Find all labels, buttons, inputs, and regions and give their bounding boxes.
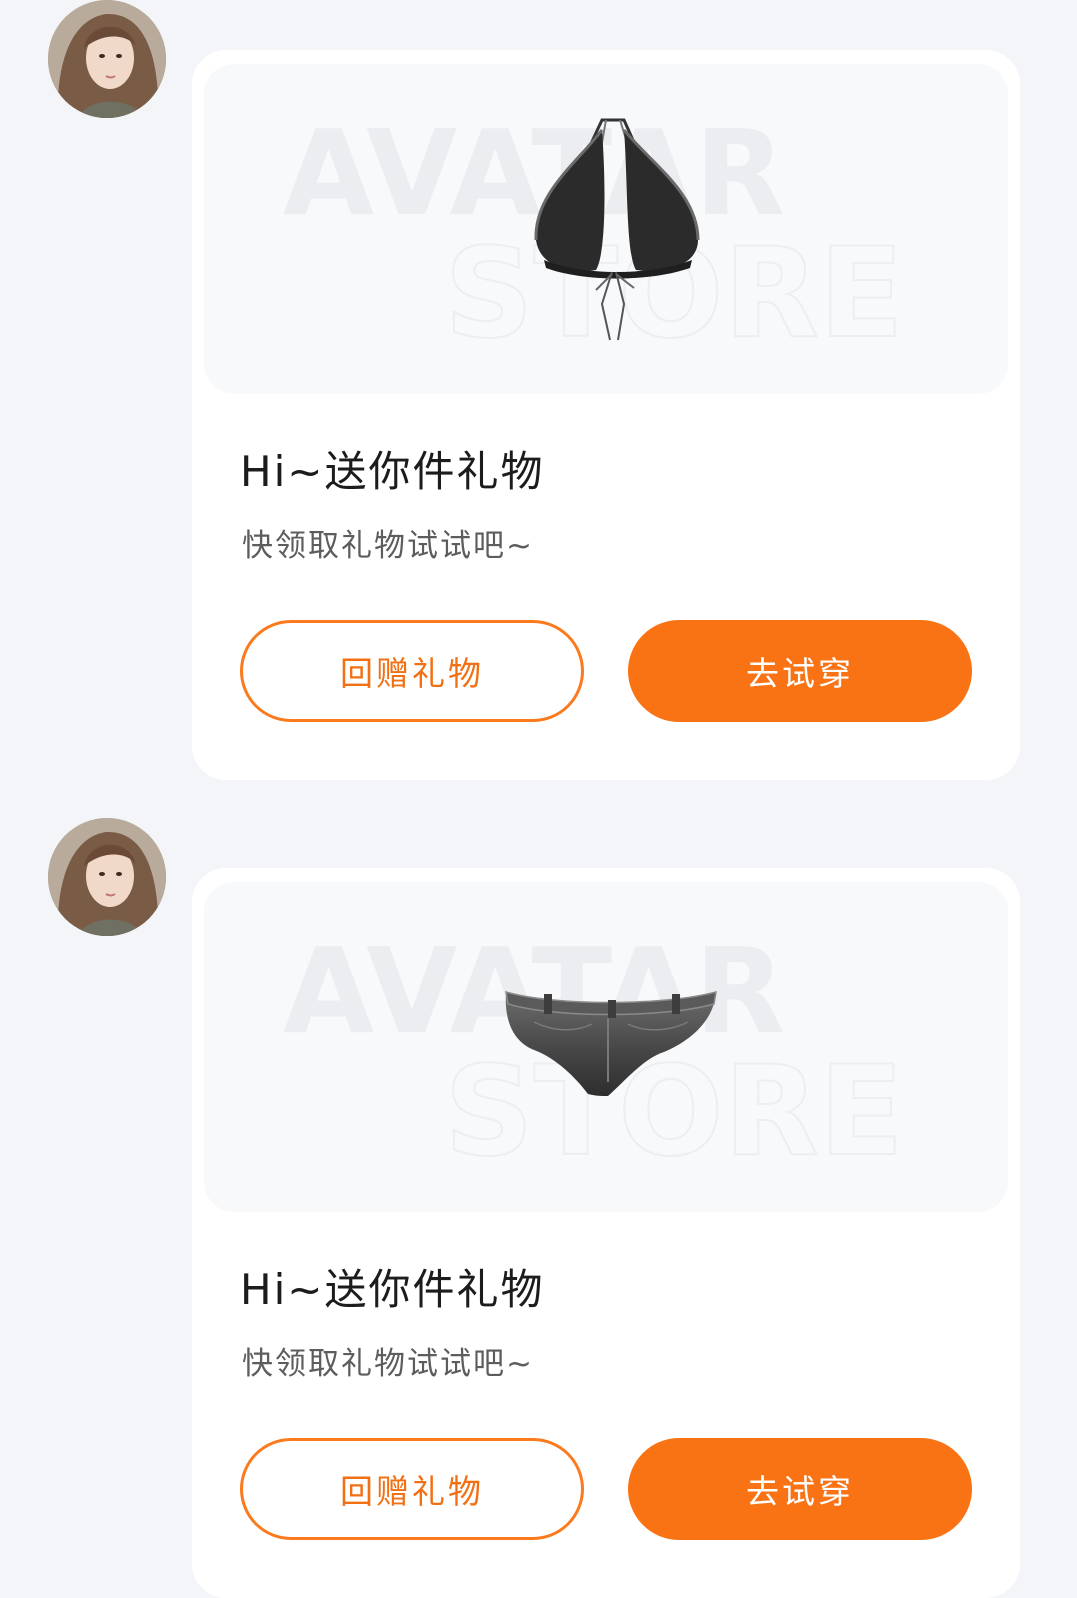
- product-image-area: AVATAR STORE: [204, 882, 1008, 1212]
- avatar-portrait-image: [48, 0, 166, 118]
- gift-title: Hi~送你件礼物: [240, 1265, 545, 1314]
- try-on-button[interactable]: 去试穿: [628, 1438, 972, 1540]
- gift-card: AVATAR STORE Hi~送你件礼物 快领取礼物试试吧~ 回赠礼物 去试穿: [192, 50, 1020, 780]
- avatar-portrait-image: [48, 818, 166, 936]
- bikini-top-image: [534, 118, 700, 341]
- gift-title: Hi~送你件礼物: [240, 447, 545, 496]
- product-image-area: AVATAR STORE: [204, 64, 1008, 394]
- avatar[interactable]: [48, 0, 166, 118]
- try-on-button[interactable]: 去试穿: [628, 620, 972, 722]
- gift-subtitle: 快领取礼物试试吧~: [242, 528, 534, 564]
- denim-shorts-image: [505, 990, 717, 1096]
- gift-subtitle: 快领取礼物试试吧~: [242, 1346, 534, 1382]
- return-gift-button[interactable]: 回赠礼物: [240, 620, 584, 722]
- avatar[interactable]: [48, 818, 166, 936]
- return-gift-button[interactable]: 回赠礼物: [240, 1438, 584, 1540]
- gift-card: AVATAR STORE Hi~送你件礼物 快领取礼物试试吧~ 回赠礼物 去试穿: [192, 868, 1020, 1598]
